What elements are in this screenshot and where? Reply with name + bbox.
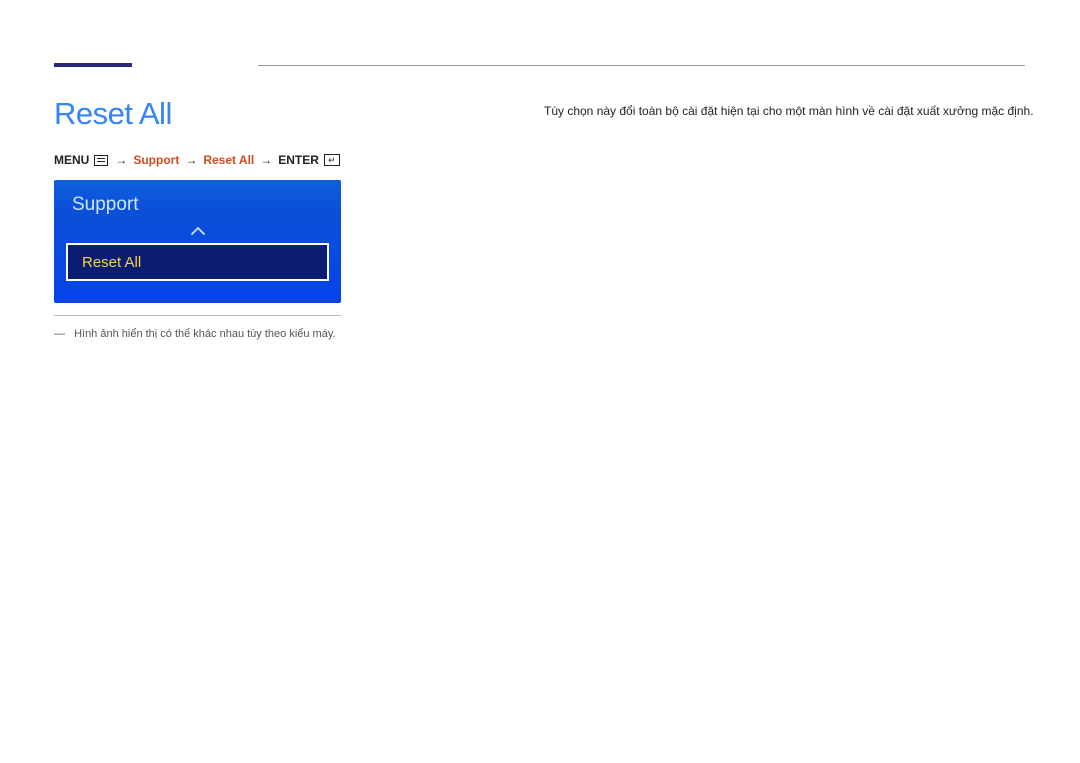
footnote-dash: ― (54, 328, 65, 340)
breadcrumb-arrow: → (115, 153, 127, 167)
chevron-up-icon (191, 226, 205, 236)
breadcrumb-step-reset-all: Reset All (203, 153, 254, 167)
breadcrumb-menu-label: MENU (54, 153, 89, 167)
osd-menu-item-reset-all[interactable]: Reset All (66, 243, 329, 281)
footnote: ― Hình ảnh hiển thị có thể khác nhau tùy… (54, 328, 336, 340)
breadcrumb-arrow: → (185, 153, 197, 167)
osd-scroll-up-row[interactable] (54, 221, 341, 241)
breadcrumb-arrow: → (260, 153, 272, 167)
header-accent-bar (54, 63, 132, 67)
osd-menu-header: Support (54, 180, 341, 221)
osd-menu-panel: Support Reset All (54, 180, 341, 303)
header-divider (258, 65, 1025, 66)
breadcrumb-enter-label: ENTER (278, 153, 319, 167)
panel-bottom-divider (54, 315, 341, 316)
page-title: Reset All (54, 96, 172, 132)
breadcrumb: MENU → Support → Reset All → ENTER (54, 153, 341, 167)
footnote-text: Hình ảnh hiển thị có thể khác nhau tùy t… (74, 328, 336, 340)
osd-menu-item-label: Reset All (82, 254, 141, 271)
enter-icon (324, 154, 340, 166)
description-text: Tùy chọn này đổi toàn bộ cài đặt hiện tạ… (544, 102, 1034, 120)
breadcrumb-step-support: Support (133, 153, 179, 167)
menu-icon (94, 155, 108, 166)
